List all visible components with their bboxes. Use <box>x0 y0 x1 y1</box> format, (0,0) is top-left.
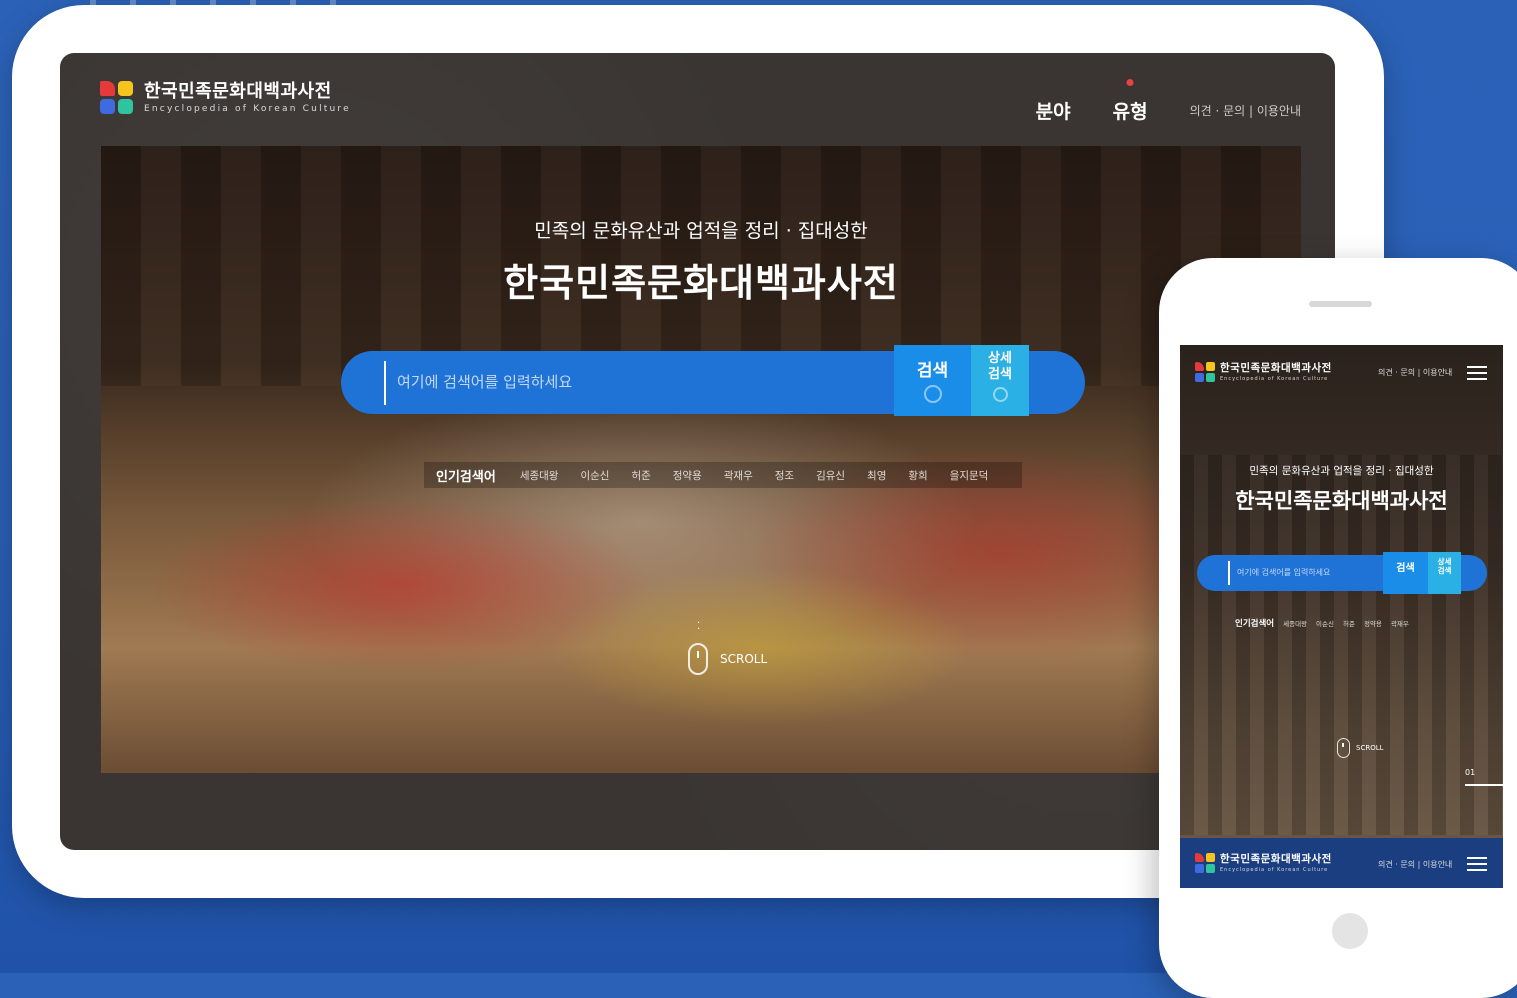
advanced-search-label-2: 검색 <box>988 367 1012 382</box>
keyword-link[interactable]: 세종대왕 <box>520 468 559 483</box>
hero-title: 한국민족문화대백과사전 <box>503 261 899 305</box>
main-nav: 분야 유형 의견 · 문의 | 이용안내 <box>1036 95 1335 125</box>
mouse-scroll-icon <box>1337 738 1350 758</box>
keyword-link[interactable]: 곽재우 <box>1391 618 1409 628</box>
search-icon <box>923 385 942 403</box>
logo-title: 한국민족문화대백과사전 <box>1220 362 1332 374</box>
mobile-site-logo[interactable]: 한국민족문화대백과사전 Encyclopedia of Korean Cultu… <box>1195 362 1332 382</box>
logo-subtitle: Encyclopedia of Korean Culture <box>144 104 351 114</box>
tablet-screen: 한국민족문화대백과사전 Encyclopedia of Korean Cultu… <box>60 53 1335 850</box>
keyword-link[interactable]: 이순신 <box>1316 618 1334 628</box>
search-button-label: 검색 <box>916 361 949 381</box>
logo-subtitle: Encyclopedia of Korean Culture <box>1220 867 1329 873</box>
mobile-footer-logo[interactable]: 한국민족문화대백과사전 Encyclopedia of Korean Cultu… <box>1195 853 1332 873</box>
logo-subtitle: Encyclopedia of Korean Culture <box>1220 376 1329 382</box>
mobile-util-links[interactable]: 의견 · 문의 | 이용안내 <box>1378 367 1452 378</box>
phone-screen: 한국민족문화대백과사전 Encyclopedia of Korean Cultu… <box>1180 345 1503 888</box>
phone-device-frame: 한국민족문화대백과사전 Encyclopedia of Korean Cultu… <box>1159 258 1517 998</box>
scroll-label: SCROLL <box>1356 744 1384 752</box>
scroll-indicator[interactable]: · · SCROLL <box>688 619 768 675</box>
keyword-link[interactable]: 정약용 <box>1364 618 1382 628</box>
mobile-scroll-indicator[interactable]: SCROLL <box>1337 738 1384 758</box>
logo-title: 한국민족문화대백과사전 <box>144 81 332 102</box>
text-cursor <box>384 361 386 405</box>
keyword-link[interactable]: 정약용 <box>673 468 702 483</box>
site-logo[interactable]: 한국민족문화대백과사전 Encyclopedia of Korean Cultu… <box>100 81 351 115</box>
keyword-link[interactable]: 황희 <box>908 468 927 483</box>
scroll-label: SCROLL <box>720 652 768 666</box>
zoom-in-icon <box>992 387 1008 402</box>
text-cursor <box>1228 561 1230 585</box>
logo-mark-icon <box>100 81 134 115</box>
popular-keywords: 인기검색어 세종대왕 이순신 허준 정약용 곽재우 정조 김유신 최영 황희 을… <box>424 462 1023 488</box>
keyword-link[interactable]: 세종대왕 <box>1283 618 1307 628</box>
mobile-hero-title: 한국민족문화대백과사전 <box>1235 489 1448 513</box>
keyword-link[interactable]: 곽재우 <box>724 468 753 483</box>
mobile-search-button[interactable]: 검색 <box>1383 552 1428 594</box>
mobile-advanced-search-button[interactable]: 상세 검색 <box>1428 552 1461 594</box>
scroll-dots: · · <box>697 618 701 635</box>
popular-keywords-title: 인기검색어 <box>436 469 496 485</box>
mobile-header: 한국민족문화대백과사전 Encyclopedia of Korean Cultu… <box>1180 345 1503 395</box>
hamburger-menu-icon[interactable] <box>1467 366 1487 380</box>
mobile-search-input[interactable]: 여기에 검색어를 입력하세요 <box>1237 567 1330 578</box>
hero-banner: 민족의 문화유산과 업적을 정리 · 집대성한 한국민족문화대백과사전 여기에 … <box>101 146 1301 773</box>
nav-item-type[interactable]: 유형 <box>1113 97 1148 124</box>
search-button-label: 검색 <box>1396 563 1415 574</box>
keyword-link[interactable]: 허준 <box>631 468 650 483</box>
phone-home-button <box>1332 913 1368 949</box>
slide-counter: 01 <box>1465 768 1476 777</box>
logo-mark-icon <box>1195 853 1215 873</box>
util-links[interactable]: 의견 · 문의 | 이용안내 <box>1190 102 1301 119</box>
nav-item-field[interactable]: 분야 <box>1036 97 1071 124</box>
keyword-link[interactable]: 을지문덕 <box>950 468 989 483</box>
advanced-search-label-2: 검색 <box>1437 566 1452 575</box>
search-bar: 여기에 검색어를 입력하세요 검색 상세 검색 <box>341 345 1085 416</box>
logo-title: 한국민족문화대백과사전 <box>1220 853 1332 865</box>
keyword-link[interactable]: 김유신 <box>816 468 845 483</box>
mouse-scroll-icon <box>688 643 708 675</box>
advanced-search-button[interactable]: 상세 검색 <box>971 345 1029 416</box>
mobile-footer-bar: 한국민족문화대백과사전 Encyclopedia of Korean Cultu… <box>1180 838 1503 888</box>
mobile-search-bar: 여기에 검색어를 입력하세요 검색 상세 검색 <box>1197 552 1487 594</box>
hamburger-menu-icon[interactable] <box>1467 857 1487 871</box>
hero-subtitle: 민족의 문화유산과 업적을 정리 · 집대성한 <box>534 220 868 242</box>
keyword-link[interactable]: 허준 <box>1343 618 1355 628</box>
phone-speaker <box>1309 301 1372 307</box>
search-input[interactable]: 여기에 검색어를 입력하세요 <box>397 371 572 392</box>
keyword-link[interactable]: 이순신 <box>580 468 609 483</box>
mobile-footer-util-links[interactable]: 의견 · 문의 | 이용안내 <box>1378 859 1452 870</box>
search-button[interactable]: 검색 <box>894 345 971 416</box>
mobile-hero-subtitle: 민족의 문화유산과 업적을 정리 · 집대성한 <box>1249 465 1434 477</box>
keyword-link[interactable]: 정조 <box>775 468 794 483</box>
popular-keywords-title: 인기검색어 <box>1235 619 1275 629</box>
logo-mark-icon <box>1195 362 1215 382</box>
slide-progress-line <box>1465 784 1503 786</box>
keyword-link[interactable]: 최영 <box>867 468 886 483</box>
advanced-search-label-1: 상세 <box>988 351 1012 366</box>
advanced-search-label-1: 상세 <box>1437 557 1452 566</box>
mobile-popular-keywords: 인기검색어 세종대왕 이순신 허준 정약용 곽재우 <box>1235 617 1418 629</box>
